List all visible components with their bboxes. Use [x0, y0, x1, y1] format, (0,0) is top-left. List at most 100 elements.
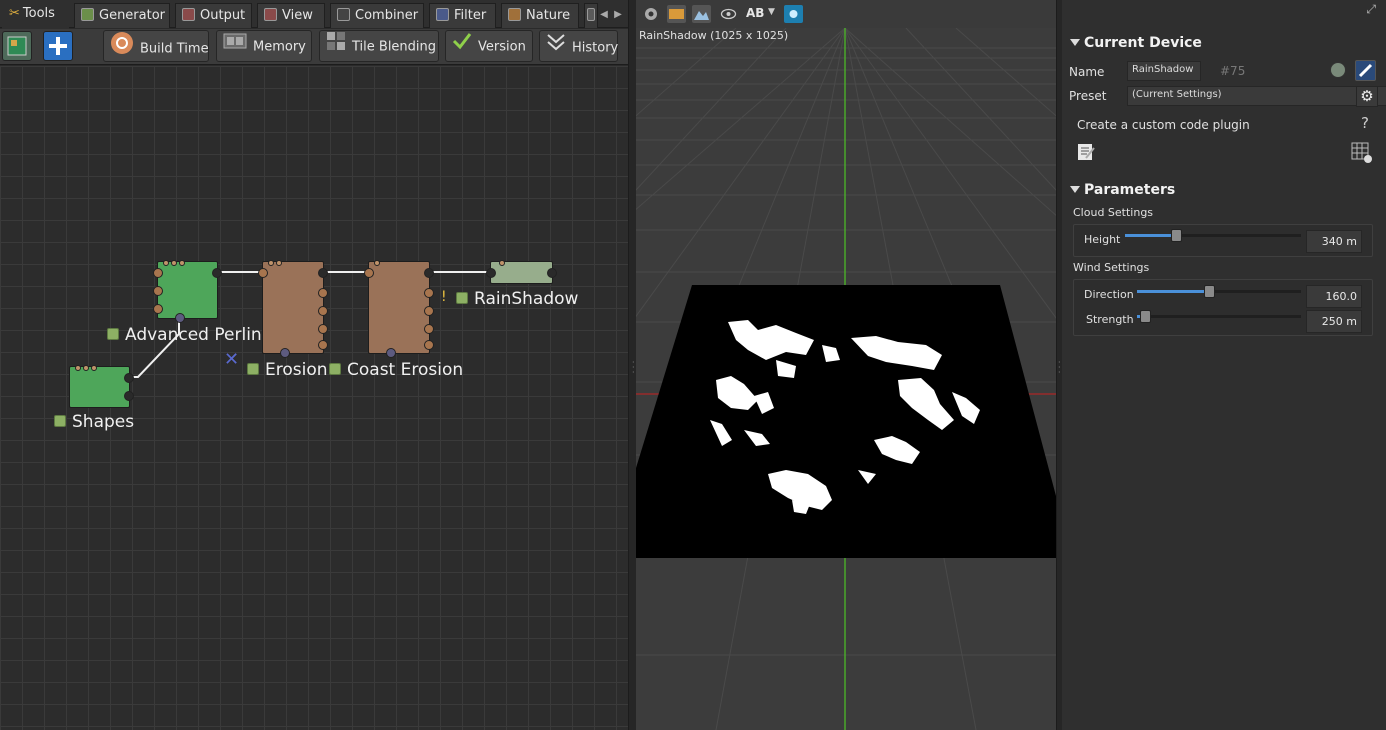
history-label: History: [572, 40, 619, 56]
app-window: ✂ Tools Generator Output View Combiner Fi…: [0, 0, 1386, 730]
direction-slider[interactable]: [1137, 285, 1301, 298]
viewport-toolbar: AB ▼: [636, 0, 1056, 28]
tile-blending-button[interactable]: Tile Blending: [319, 30, 439, 62]
preset-settings-gear-icon[interactable]: ⚙: [1356, 86, 1378, 107]
tab-scroll-left-icon[interactable]: ◀: [598, 4, 610, 26]
advanced-perlin-label[interactable]: Advanced Perlin: [107, 325, 262, 345]
history-chevrons-icon: [546, 31, 566, 65]
tab-scroll-right-icon[interactable]: ▶: [612, 4, 624, 26]
output-port[interactable]: [124, 391, 134, 401]
tab-combiner[interactable]: Combiner: [330, 3, 424, 28]
help-icon[interactable]: ?: [1361, 114, 1369, 132]
panel-splitter[interactable]: · · ·: [628, 0, 636, 730]
erosion-node[interactable]: [258, 260, 328, 358]
input-port[interactable]: [153, 304, 163, 314]
history-button[interactable]: History: [539, 30, 618, 62]
output-port[interactable]: [547, 268, 557, 278]
3d-viewport[interactable]: AB ▼ RainShadow (1025 x 1025): [636, 0, 1056, 730]
input-port[interactable]: [258, 268, 268, 278]
tab-output[interactable]: Output: [175, 3, 252, 28]
add-device-button[interactable]: [43, 31, 73, 61]
output-port[interactable]: [124, 373, 134, 383]
rainshadow-node[interactable]: [486, 260, 557, 284]
output-port[interactable]: [318, 306, 328, 316]
mask-port[interactable]: [386, 348, 396, 358]
coast-erosion-node[interactable]: [364, 260, 434, 358]
tab-filter[interactable]: Filter: [429, 3, 496, 28]
splitter-grip-icon: · · ·: [1058, 358, 1061, 377]
preset-dropdown[interactable]: (Current Settings) ▼: [1127, 86, 1386, 106]
wind-settings-group: Direction 160.0 Strength 250 m: [1073, 279, 1373, 336]
shapes-node[interactable]: [69, 365, 134, 408]
output-port[interactable]: [318, 340, 328, 350]
output-port[interactable]: [424, 340, 434, 350]
terrain-view-icon[interactable]: [692, 5, 711, 23]
input-port[interactable]: [153, 286, 163, 296]
device-color-icon[interactable]: [1330, 62, 1346, 78]
rainshadow-label[interactable]: RainShadow: [456, 289, 578, 309]
tab-tools[interactable]: ✂ Tools: [2, 1, 69, 29]
node-status-icon: [247, 363, 259, 375]
current-device-header[interactable]: Current Device: [1070, 35, 1202, 51]
shapes-label[interactable]: Shapes: [54, 412, 134, 432]
graph-panel: ✂ Tools Generator Output View Combiner Fi…: [0, 0, 628, 730]
tab-label: Filter: [454, 8, 487, 23]
device-view-icon[interactable]: [2, 31, 32, 61]
node-graph-canvas[interactable]: Advanced Perlin Shapes ✕ Erosion Coast E…: [0, 66, 628, 730]
height-value-input[interactable]: 340 m: [1306, 230, 1362, 253]
tab-nature[interactable]: Nature: [501, 3, 579, 28]
tab-view[interactable]: View: [257, 3, 325, 28]
node-status-icon: [54, 415, 66, 427]
direction-slider-thumb[interactable]: [1204, 285, 1216, 298]
node-top-port: [268, 260, 274, 266]
expand-panel-icon[interactable]: ⤢: [1366, 2, 1376, 17]
camera-settings-icon[interactable]: [642, 5, 661, 23]
device-name-input[interactable]: RainShadow: [1127, 61, 1201, 81]
height-slider[interactable]: [1125, 229, 1301, 242]
tab-overflow[interactable]: [584, 3, 598, 28]
heightmap-plane: [636, 285, 1056, 558]
direction-value-input[interactable]: 160.0: [1306, 285, 1362, 308]
parameters-header[interactable]: Parameters: [1070, 182, 1175, 198]
height-slider-thumb[interactable]: [1171, 229, 1183, 242]
delete-x-icon[interactable]: ✕: [224, 349, 239, 370]
output-icon: [182, 8, 195, 21]
node-top-port: [499, 260, 505, 266]
input-port[interactable]: [153, 268, 163, 278]
node-top-port: [83, 365, 89, 371]
output-port[interactable]: [424, 324, 434, 334]
output-port[interactable]: [318, 268, 328, 278]
plus-icon: [49, 37, 67, 55]
mask-port[interactable]: [175, 313, 185, 323]
height-label: Height: [1084, 233, 1121, 246]
build-time-button[interactable]: Build Time: [103, 30, 209, 62]
version-button[interactable]: Version: [445, 30, 533, 62]
strength-slider-thumb[interactable]: [1140, 310, 1152, 323]
mask-port[interactable]: [280, 348, 290, 358]
ab-compare-icon[interactable]: AB: [746, 6, 764, 20]
memory-button[interactable]: Memory: [216, 30, 312, 62]
erosion-label[interactable]: Erosion: [247, 360, 328, 380]
advanced-perlin-node[interactable]: [153, 260, 222, 323]
input-port[interactable]: [364, 268, 374, 278]
coast-erosion-label[interactable]: Coast Erosion: [329, 360, 463, 380]
output-port[interactable]: [424, 268, 434, 278]
output-port[interactable]: [424, 306, 434, 316]
input-port[interactable]: [486, 268, 496, 278]
edit-plugin-icon[interactable]: [1076, 142, 1096, 162]
strength-value-input[interactable]: 250 m: [1306, 310, 1362, 333]
render-preview-icon[interactable]: [667, 5, 686, 23]
output-port[interactable]: [424, 288, 434, 298]
ab-dropdown-chevron-icon[interactable]: ▼: [768, 7, 775, 17]
device-style-icon[interactable]: [1355, 60, 1376, 81]
collapse-triangle-icon: [1070, 186, 1080, 193]
strength-slider[interactable]: [1137, 310, 1301, 323]
plugin-grid-settings-icon[interactable]: [1351, 142, 1373, 164]
output-port[interactable]: [318, 288, 328, 298]
output-port[interactable]: [318, 324, 328, 334]
visibility-eye-icon[interactable]: [719, 5, 738, 23]
tile-blending-icon: [326, 31, 346, 63]
output-port[interactable]: [212, 268, 222, 278]
tab-generator[interactable]: Generator: [74, 3, 170, 28]
snapshot-camera-icon[interactable]: [784, 5, 803, 23]
